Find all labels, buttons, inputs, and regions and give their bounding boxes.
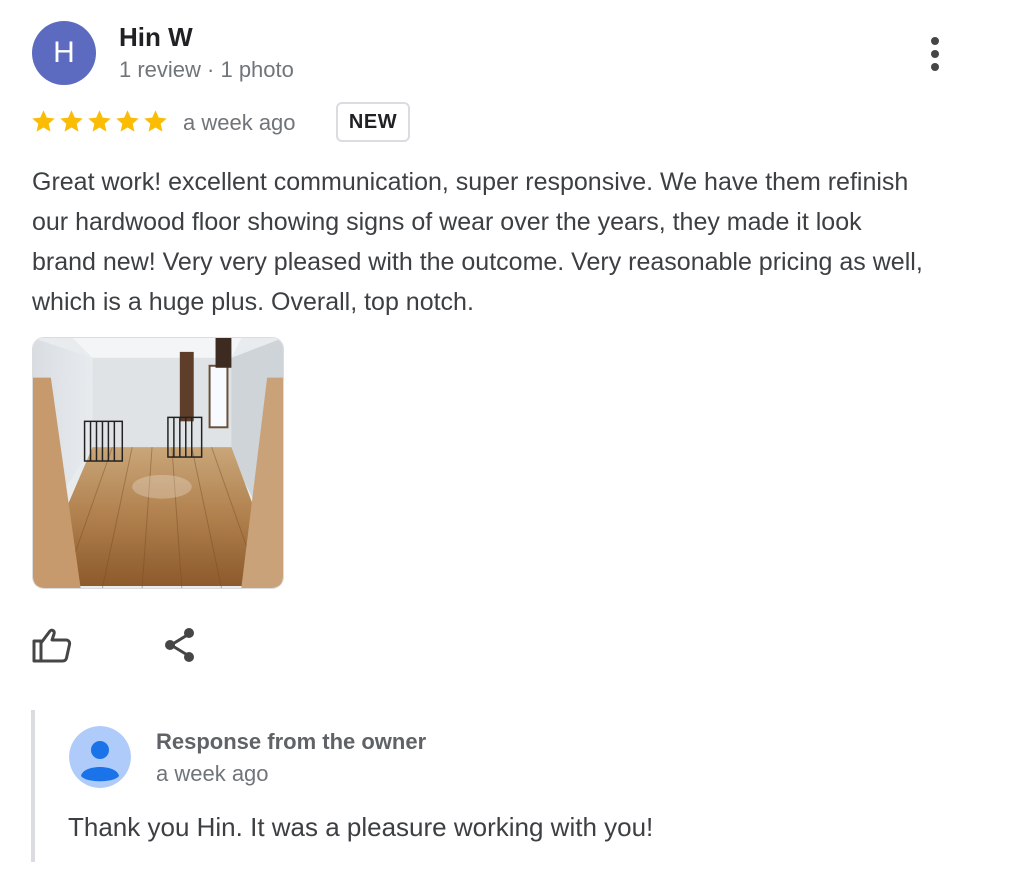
person-icon	[69, 726, 131, 788]
review-photo[interactable]	[32, 337, 284, 589]
star-rating	[30, 108, 169, 135]
like-button[interactable]	[30, 623, 74, 667]
star-icon	[32, 110, 55, 132]
hardwood-floor-room-photo	[33, 338, 283, 588]
review-card: H Hin W 1 review · 1 photo a week ago NE…	[0, 0, 1012, 880]
share-button[interactable]	[158, 623, 202, 667]
star-icon	[88, 110, 111, 132]
response-timestamp: a week ago	[156, 761, 269, 786]
response-text: Thank you Hin. It was a pleasure working…	[68, 812, 654, 842]
reviewer-name[interactable]: Hin W	[119, 21, 193, 53]
star-icon	[60, 110, 83, 132]
response-title: Response from the owner	[156, 729, 427, 754]
share-icon	[165, 628, 194, 662]
star-icon	[144, 110, 167, 132]
owner-avatar	[69, 726, 131, 788]
more-vert-icon-dot	[931, 50, 939, 58]
reviewer-stats: 1 review · 1 photo	[119, 57, 294, 82]
more-vert-icon-dot	[931, 63, 939, 71]
review-timestamp: a week ago	[183, 110, 296, 135]
new-badge: NEW	[336, 102, 410, 142]
thumbs-up-icon	[32, 628, 72, 663]
reviewer-avatar[interactable]: H	[32, 21, 96, 85]
more-vert-icon	[931, 37, 939, 45]
more-options-button[interactable]	[920, 34, 950, 74]
star-icon	[116, 110, 139, 132]
review-text: Great work! excellent communication, sup…	[32, 168, 923, 316]
owner-response: Response from the owner a week ago Thank…	[31, 710, 835, 862]
